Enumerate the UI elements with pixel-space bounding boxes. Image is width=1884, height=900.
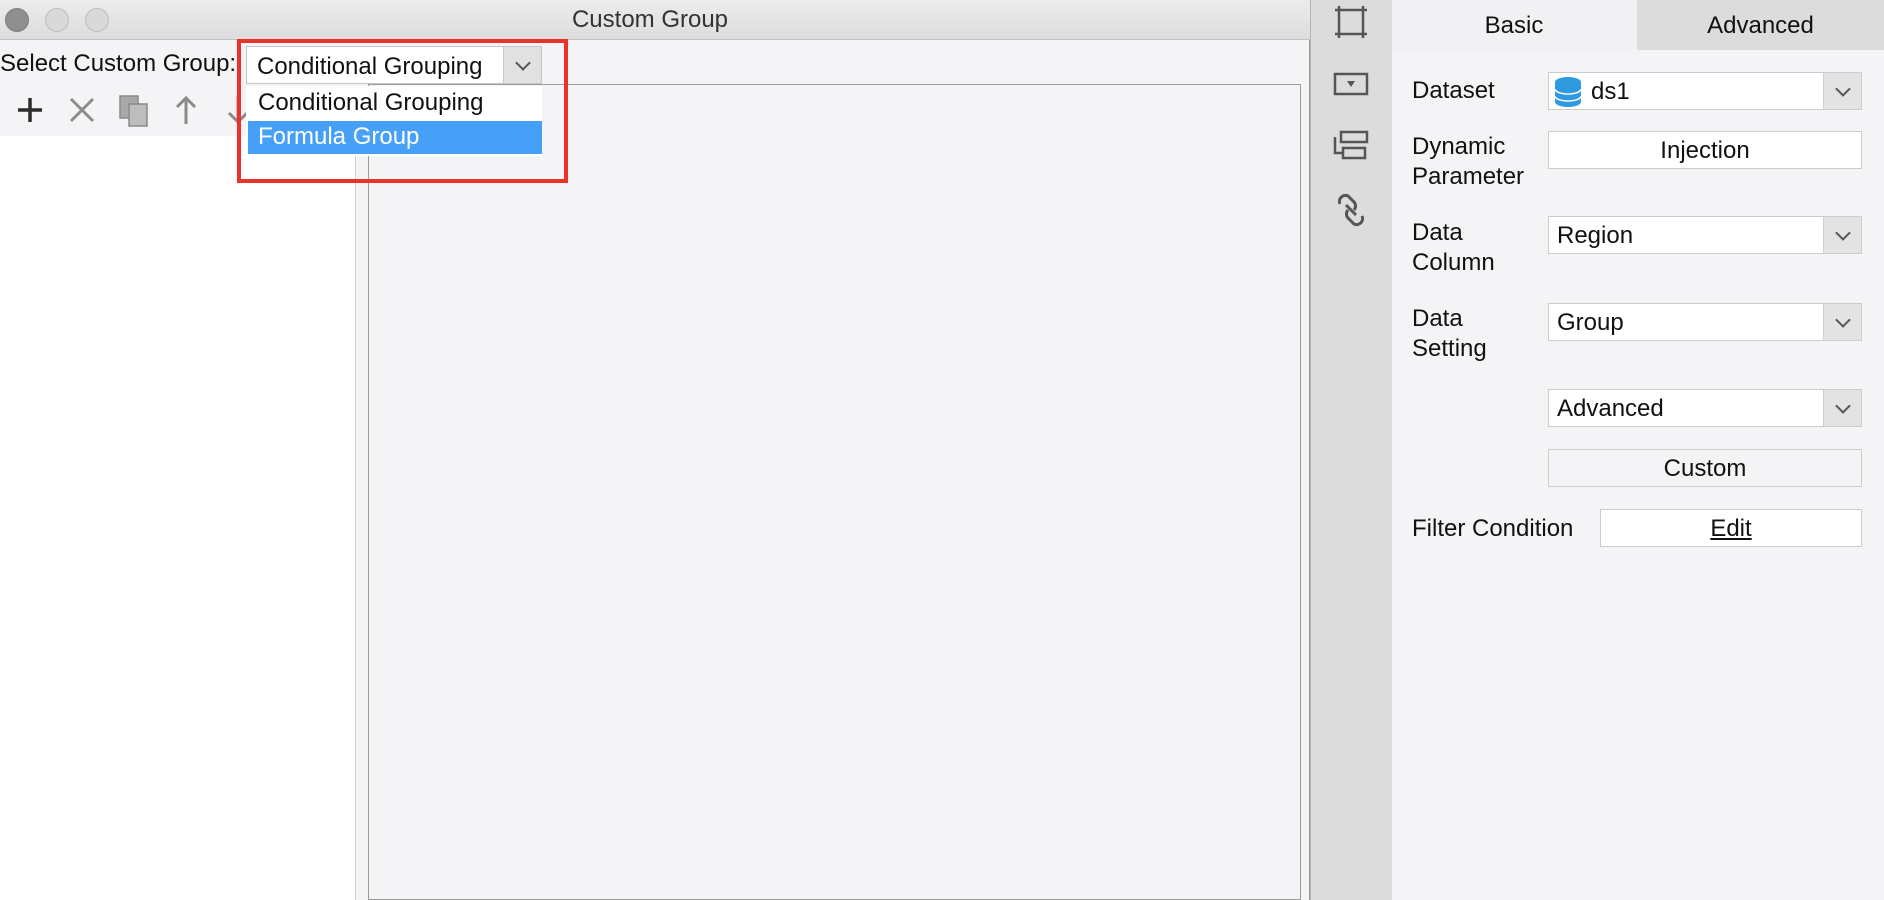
data-setting-value: Group (1557, 309, 1624, 336)
tab-basic[interactable]: Basic (1392, 0, 1636, 50)
dynamic-parameter-label: Dynamic Parameter (1412, 133, 1525, 190)
add-icon[interactable] (12, 90, 48, 130)
list-layout-icon[interactable] (1331, 126, 1371, 166)
data-column-select[interactable]: Region (1548, 216, 1862, 254)
data-setting-select[interactable]: Group (1548, 303, 1862, 341)
move-up-icon[interactable] (168, 90, 204, 130)
advanced-setting-select[interactable]: Advanced (1548, 389, 1862, 427)
chevron-down-icon[interactable] (1823, 73, 1861, 109)
dataset-select[interactable]: ds1 (1548, 72, 1862, 110)
custom-button[interactable]: Custom (1548, 449, 1862, 487)
edit-button[interactable]: Edit (1600, 509, 1862, 547)
group-list-panel[interactable] (0, 136, 356, 900)
chevron-down-icon[interactable] (1823, 217, 1861, 253)
custom-group-dialog: Custom Group Select Custom Group: Condit… (0, 0, 1310, 900)
group-editor-panel (368, 84, 1301, 900)
side-icon-strip (1310, 0, 1392, 900)
data-column-label: Data Column (1412, 219, 1495, 276)
select-custom-group-label: Select Custom Group: (0, 50, 237, 77)
tab-advanced[interactable]: Advanced (1637, 0, 1884, 50)
data-setting-label: Data Setting (1412, 305, 1487, 362)
group-toolbar (10, 90, 250, 132)
frame-icon[interactable] (1331, 2, 1371, 42)
injection-button[interactable]: Injection (1548, 131, 1862, 169)
advanced-setting-value: Advanced (1557, 395, 1664, 422)
database-icon (1554, 77, 1582, 107)
properties-panel: Basic Advanced Dataset ds1 Dynamic Param… (1392, 0, 1884, 900)
dataset-value: ds1 (1591, 78, 1630, 105)
chevron-down-icon[interactable] (1823, 304, 1861, 340)
title-bar: Custom Group (0, 0, 1310, 40)
annotation-highlight-box (237, 39, 568, 183)
dropdown-box-icon[interactable] (1331, 64, 1371, 104)
dialog-title: Custom Group (571, 6, 729, 33)
filter-condition-label: Filter Condition (1412, 515, 1574, 542)
chevron-down-icon[interactable] (1823, 390, 1861, 426)
remove-icon[interactable] (64, 90, 100, 130)
copy-icon[interactable] (116, 90, 152, 130)
data-column-value: Region (1557, 222, 1634, 249)
dataset-label: Dataset (1412, 77, 1495, 104)
link-icon[interactable] (1331, 190, 1371, 230)
